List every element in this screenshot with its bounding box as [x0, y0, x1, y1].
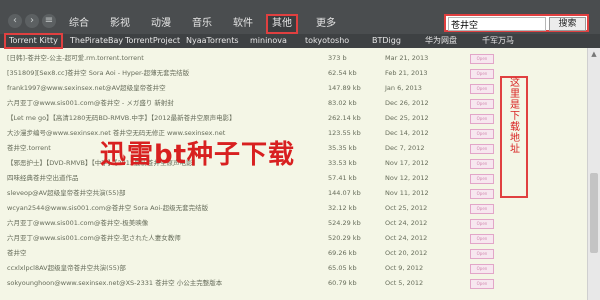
category-software[interactable]: 软件 — [229, 16, 257, 32]
forward-arrow-icon[interactable]: › — [25, 14, 39, 28]
download-button[interactable]: Open — [470, 144, 494, 154]
table-row: 六月亚丁@www.sis001.com@苍井空-极美映像 524.29 kb O… — [3, 216, 587, 231]
tab-mininova[interactable]: mininova — [250, 35, 287, 47]
category-more[interactable]: 更多 — [312, 16, 340, 32]
table-row: sokyounghoon@www.sexinsex.net@XS-2331 苍井… — [3, 276, 587, 291]
result-title[interactable]: 四味经典苍井空出道作品 — [7, 171, 307, 186]
result-size: 147.89 kb — [328, 84, 361, 92]
top-toolbar: ‹ › ≡ 综合 影视 动漫 音乐 软件 其他 更多 搜索 — [0, 0, 600, 34]
result-date: Nov 12, 2012 — [385, 174, 429, 182]
scrollbar-thumb[interactable] — [590, 173, 598, 253]
result-size: 373 b — [328, 54, 347, 62]
download-button[interactable]: Open — [470, 129, 494, 139]
result-size: 32.12 kb — [328, 204, 357, 212]
download-button[interactable]: Open — [470, 279, 494, 289]
table-row: ccxlxlpcl8AV超级皇帝苍井空共演(55)部 65.05 kb Oct … — [3, 261, 587, 276]
category-music[interactable]: 音乐 — [188, 16, 216, 32]
result-size: 520.29 kb — [328, 234, 361, 242]
download-button[interactable]: Open — [470, 234, 494, 244]
download-address-label: 这里是下载地址 — [510, 78, 520, 155]
overlay-caption: 迅雷bt种子下载 — [100, 140, 296, 170]
tab-thepiratebay[interactable]: ThePirateBay — [70, 35, 123, 47]
result-size: 524.29 kb — [328, 219, 361, 227]
result-title[interactable]: wcyan2544@www.sis001.com@苍井空 Sora Aoi-超级… — [7, 201, 307, 216]
result-date: Dec 25, 2012 — [385, 114, 429, 122]
download-button[interactable]: Open — [470, 159, 494, 169]
download-button[interactable]: Open — [470, 249, 494, 259]
category-movies[interactable]: 影视 — [106, 16, 134, 32]
menu-icon[interactable]: ≡ — [42, 14, 56, 28]
vertical-scrollbar[interactable]: ▲ — [587, 48, 600, 300]
result-date: Oct 24, 2012 — [385, 219, 428, 227]
result-date: Dec 7, 2012 — [385, 144, 425, 152]
result-date: Oct 9, 2012 — [385, 264, 424, 272]
download-button[interactable]: Open — [470, 219, 494, 229]
result-date: Oct 20, 2012 — [385, 249, 428, 257]
result-size: 57.41 kb — [328, 174, 357, 182]
result-date: Mar 21, 2013 — [385, 54, 429, 62]
result-title[interactable]: 苍井空 — [7, 246, 307, 261]
result-size: 62.54 kb — [328, 69, 357, 77]
search-button[interactable]: 搜索 — [549, 17, 586, 31]
table-row: [日韩]-苍井空-公主-超可爱.rm.torrent.torrent 373 b… — [3, 51, 587, 66]
download-button[interactable]: Open — [470, 264, 494, 274]
category-anime[interactable]: 动漫 — [147, 16, 175, 32]
result-title[interactable]: 六月亚丁@www.sis001.com@苍井空-犯された人妻女教师 — [7, 231, 307, 246]
result-title[interactable]: 【Let me go】【高清1280无码BD-RMVB.中字】【2012最新苍井… — [7, 111, 307, 126]
result-date: Nov 11, 2012 — [385, 189, 429, 197]
result-size: 83.02 kb — [328, 99, 357, 107]
table-row: 六月亚丁@www.sis001.com@苍井空-犯された人妻女教师 520.29… — [3, 231, 587, 246]
back-arrow-icon[interactable]: ‹ — [8, 14, 22, 28]
category-other[interactable]: 其他 — [266, 14, 298, 34]
result-size: 65.05 kb — [328, 264, 357, 272]
download-button[interactable]: Open — [470, 174, 494, 184]
result-size: 144.07 kb — [328, 189, 361, 197]
tab-tokyotosho[interactable]: tokyotosho — [305, 35, 349, 47]
result-date: Dec 14, 2012 — [385, 129, 429, 137]
result-size: 69.26 kb — [328, 249, 357, 257]
tab-qianjunwanma[interactable]: 千军万马 — [482, 35, 514, 47]
category-general[interactable]: 综合 — [65, 16, 93, 32]
result-title[interactable]: sokyounghoon@www.sexinsex.net@XS-2331 苍井… — [7, 276, 307, 291]
result-title[interactable]: sleveop@AV超级皇帝苍井空共演(55)部 — [7, 186, 307, 201]
result-date: Oct 24, 2012 — [385, 234, 428, 242]
tab-torrent-kitty[interactable]: Torrent Kitty — [4, 33, 63, 49]
result-date: Oct 5, 2012 — [385, 279, 424, 287]
result-size: 35.35 kb — [328, 144, 357, 152]
download-button[interactable]: Open — [470, 114, 494, 124]
tab-torrentproject[interactable]: TorrentProject — [125, 35, 180, 47]
result-title[interactable]: 六月亚丁@www.sis001.com@苍井空 - メガ盛り 新射封 — [7, 96, 307, 111]
result-title[interactable]: 六月亚丁@www.sis001.com@苍井空-极美映像 — [7, 216, 307, 231]
result-date: Nov 17, 2012 — [385, 159, 429, 167]
result-size: 60.79 kb — [328, 279, 357, 287]
download-button[interactable]: Open — [470, 54, 494, 64]
result-title[interactable]: frank1997@www.sexinsex.net@AV超级皇帝苍井空 — [7, 81, 307, 96]
result-size: 33.53 kb — [328, 159, 357, 167]
result-title[interactable]: [日韩]-苍井空-公主-超可爱.rm.torrent.torrent — [7, 51, 307, 66]
site-tab-bar: Torrent Kitty ThePirateBay TorrentProjec… — [0, 33, 600, 49]
result-title[interactable]: ccxlxlpcl8AV超级皇帝苍井空共演(55)部 — [7, 261, 307, 276]
download-button[interactable]: Open — [470, 84, 494, 94]
download-button[interactable]: Open — [470, 99, 494, 109]
result-size: 262.14 kb — [328, 114, 361, 122]
table-row: wcyan2544@www.sis001.com@苍井空 Sora Aoi-超级… — [3, 201, 587, 216]
tab-btdigg[interactable]: BTDigg — [372, 35, 401, 47]
tab-nyaatorrents[interactable]: NyaaTorrents — [186, 35, 239, 47]
result-date: Oct 25, 2012 — [385, 204, 428, 212]
download-button[interactable]: Open — [470, 69, 494, 79]
scroll-up-icon[interactable]: ▲ — [590, 50, 598, 58]
tab-huawei-netdisk[interactable]: 华为网盘 — [425, 35, 457, 47]
table-row: 苍井空 69.26 kb Oct 20, 2012 Open — [3, 246, 587, 261]
result-date: Dec 26, 2012 — [385, 99, 429, 107]
download-button[interactable]: Open — [470, 204, 494, 214]
result-title[interactable]: [351809][Sex8.cc]苍井空 Sora Aoi - Hyper-超薄… — [7, 66, 307, 81]
search-box: 搜索 — [444, 14, 589, 32]
result-date: Jan 6, 2013 — [385, 84, 422, 92]
result-size: 123.55 kb — [328, 129, 361, 137]
search-input[interactable] — [448, 17, 546, 31]
result-date: Feb 21, 2013 — [385, 69, 428, 77]
download-button[interactable]: Open — [470, 189, 494, 199]
